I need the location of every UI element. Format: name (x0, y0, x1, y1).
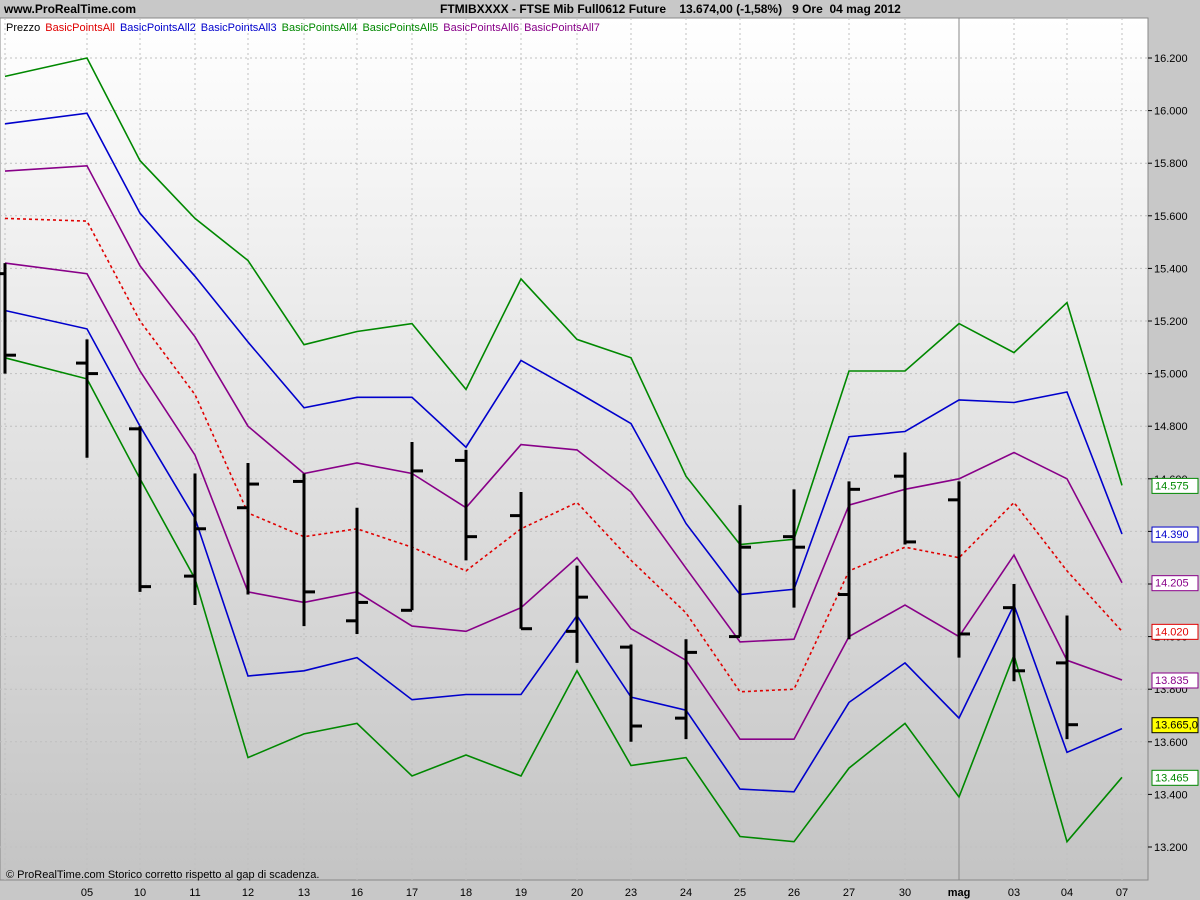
legend-item[interactable]: BasicPointsAll7 (524, 22, 600, 34)
y-tick-label: 13.600 (1154, 737, 1188, 749)
x-tick-label: mag (948, 887, 971, 899)
x-tick-label: 10 (134, 887, 146, 899)
x-tick-label: 18 (460, 887, 472, 899)
x-tick-label: 07 (1116, 887, 1128, 899)
x-tick-label: 05 (81, 887, 93, 899)
last-value-label: 14.205 (1155, 578, 1189, 590)
chart-window: www.ProRealTime.com FTMIBXXXX - FTSE Mib… (0, 0, 1200, 900)
copyright-note: © ProRealTime.com Storico corretto rispe… (6, 869, 319, 881)
x-tick-label: 27 (843, 887, 855, 899)
last-value-label: 14.390 (1155, 529, 1189, 541)
x-tick-label: 04 (1061, 887, 1073, 899)
x-tick-label: 03 (1008, 887, 1020, 899)
last-value-label: 13.465 (1155, 772, 1189, 784)
legend-item[interactable]: BasicPointsAll3 (201, 22, 277, 34)
y-tick-label: 15.600 (1154, 211, 1188, 223)
legend-item[interactable]: BasicPointsAll6 (443, 22, 519, 34)
y-tick-label: 13.400 (1154, 789, 1188, 801)
x-tick-label: 17 (406, 887, 418, 899)
x-tick-label: 16 (351, 887, 363, 899)
x-tick-label: 26 (788, 887, 800, 899)
y-tick-label: 14.800 (1154, 421, 1188, 433)
x-tick-label: 20 (571, 887, 583, 899)
x-tick-label: 11 (189, 887, 200, 899)
x-tick-label: 24 (680, 887, 692, 899)
last-value-label: 14.575 (1155, 480, 1189, 492)
y-tick-label: 15.200 (1154, 316, 1188, 328)
legend-item[interactable]: Prezzo (6, 22, 40, 34)
x-tick-label: 19 (515, 887, 527, 899)
y-tick-label: 15.400 (1154, 263, 1188, 275)
legend-item[interactable]: BasicPointsAll (45, 22, 115, 34)
x-tick-label: 25 (734, 887, 746, 899)
y-tick-label: 15.800 (1154, 158, 1188, 170)
y-tick-label: 13.200 (1154, 842, 1188, 854)
x-tick-label: 12 (242, 887, 254, 899)
x-tick-label: 23 (625, 887, 637, 899)
last-value-label: 13.665,0 (1155, 720, 1198, 732)
price-chart[interactable]: 13.20013.40013.60013.80014.00014.20014.4… (0, 0, 1200, 900)
legend-item[interactable]: BasicPointsAll5 (362, 22, 438, 34)
x-tick-label: 30 (899, 887, 911, 899)
legend-item[interactable]: BasicPointsAll2 (120, 22, 196, 34)
y-tick-label: 16.000 (1154, 106, 1188, 118)
last-value-label: 13.835 (1155, 675, 1189, 687)
legend-item[interactable]: BasicPointsAll4 (282, 22, 358, 34)
last-value-label: 14.020 (1155, 626, 1189, 638)
x-tick-label: 13 (298, 887, 310, 899)
y-tick-label: 15.000 (1154, 369, 1188, 381)
y-tick-label: 16.200 (1154, 53, 1188, 65)
